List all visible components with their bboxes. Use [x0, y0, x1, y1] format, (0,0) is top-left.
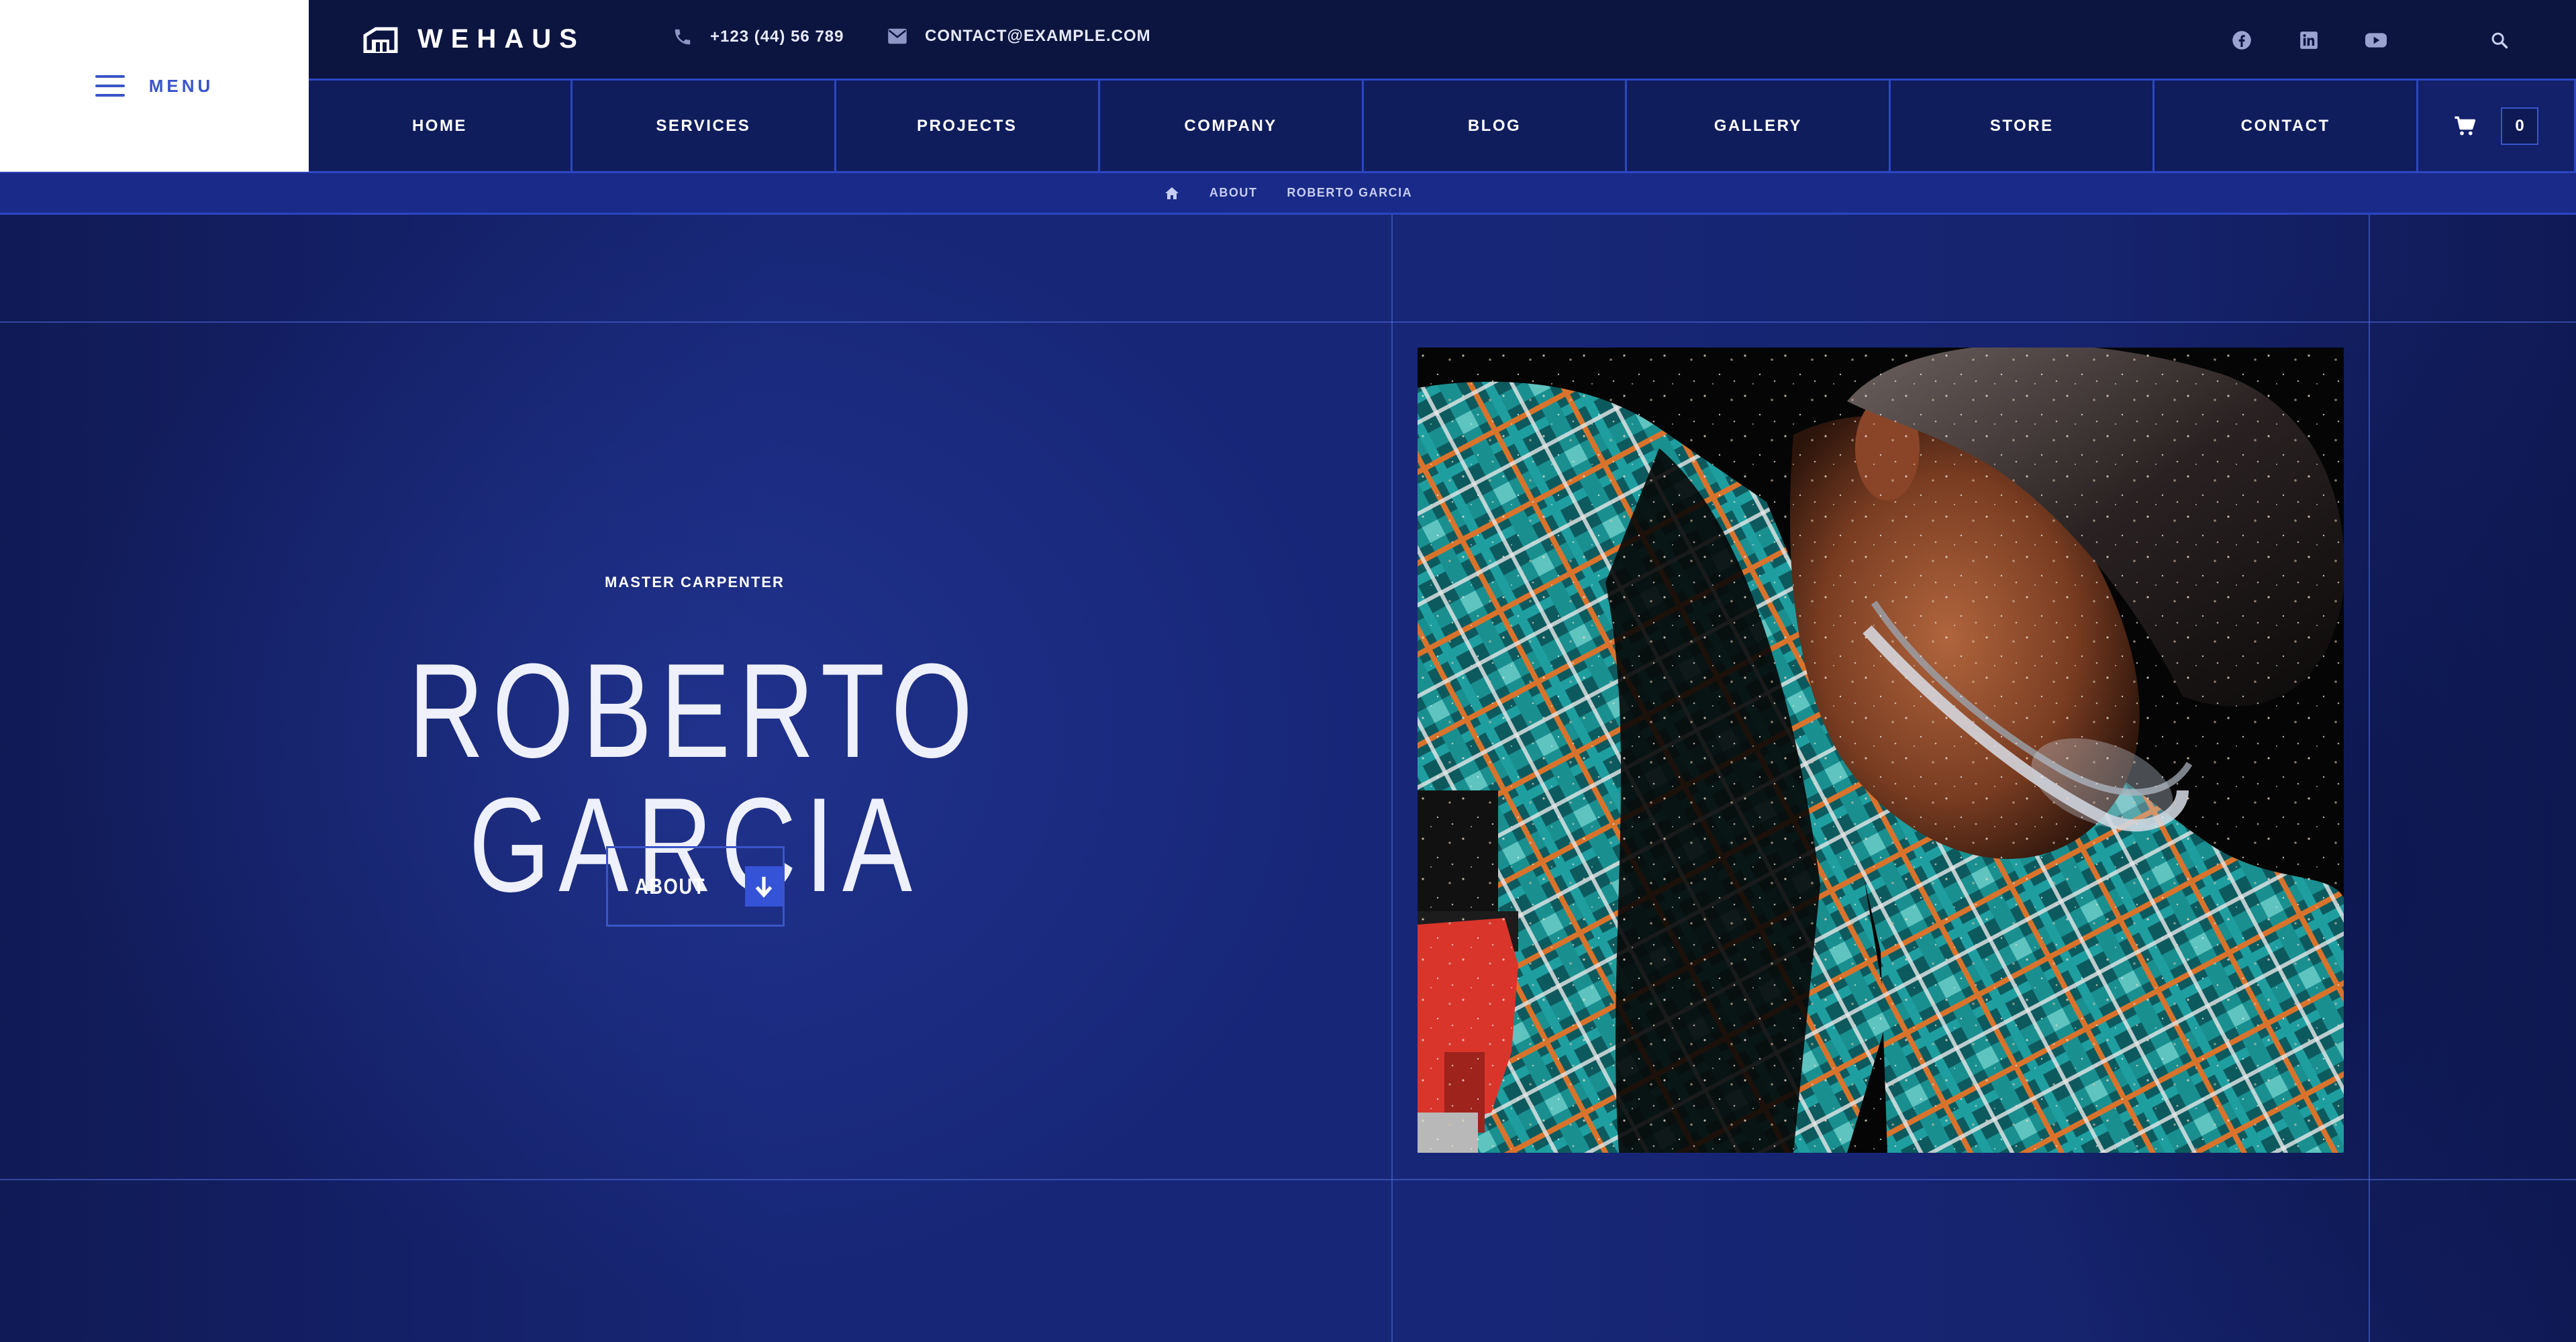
page: MENU WEHAUS +123 (44) 56 789 CONTACT@EXA [0, 0, 2576, 1342]
menu-label: MENU [148, 75, 214, 96]
grid-line [0, 1179, 2576, 1180]
nav-item-home[interactable]: HOME [309, 81, 573, 171]
nav-item-blog[interactable]: BLOG [1364, 81, 1628, 171]
about-button-label: ABOUT [635, 874, 706, 898]
logo-house-icon [363, 27, 398, 53]
nav-item-contact[interactable]: CONTACT [2154, 81, 2419, 171]
breadcrumb: ABOUT ROBERTO GARCIA [0, 173, 2576, 215]
hero-eyebrow: MASTER CARPENTER [605, 574, 785, 590]
nav-item-store[interactable]: STORE [1891, 81, 2155, 171]
phone-text: +123 (44) 56 789 [710, 28, 844, 46]
breadcrumb-item-about[interactable]: ABOUT [1209, 186, 1258, 200]
facebook-icon[interactable] [2230, 28, 2254, 52]
cart-count-badge: 0 [2501, 107, 2539, 145]
logo-text: WEHAUS [417, 24, 585, 54]
hamburger-icon [95, 75, 125, 97]
home-icon[interactable] [1164, 186, 1180, 201]
nav-item-company[interactable]: COMPANY [1100, 81, 1364, 171]
phone-icon [675, 29, 691, 45]
top-bar: WEHAUS +123 (44) 56 789 CONTACT@EXAMPLE.… [309, 0, 2576, 81]
grid-line [0, 321, 2576, 323]
carpenter-photo [1418, 348, 2344, 1153]
breadcrumb-item-current: ROBERTO GARCIA [1287, 186, 1413, 199]
logo[interactable]: WEHAUS [362, 24, 585, 54]
nav-item-gallery[interactable]: GALLERY [1627, 81, 1891, 171]
search-icon[interactable] [2487, 28, 2512, 52]
main-nav: HOME SERVICES PROJECTS COMPANY BLOG GALL… [309, 81, 2576, 173]
youtube-icon[interactable] [2364, 28, 2388, 52]
grid-line [1391, 215, 1393, 1342]
email-link[interactable]: CONTACT@EXAMPLE.COM [887, 27, 1151, 46]
nav-item-services[interactable]: SERVICES [573, 81, 836, 171]
phone-link[interactable]: +123 (44) 56 789 [673, 27, 844, 47]
linkedin-icon[interactable] [2297, 28, 2321, 52]
cart-button[interactable]: 0 [2418, 81, 2576, 171]
cart-icon [2455, 116, 2476, 135]
arrow-down-icon [744, 866, 783, 907]
email-text: CONTACT@EXAMPLE.COM [925, 27, 1151, 45]
about-button[interactable]: ABOUT [606, 846, 785, 927]
menu-button[interactable]: MENU [0, 0, 309, 173]
nav-item-projects[interactable]: PROJECTS [836, 81, 1100, 171]
mail-icon [888, 28, 907, 44]
grid-line [2369, 215, 2370, 1342]
